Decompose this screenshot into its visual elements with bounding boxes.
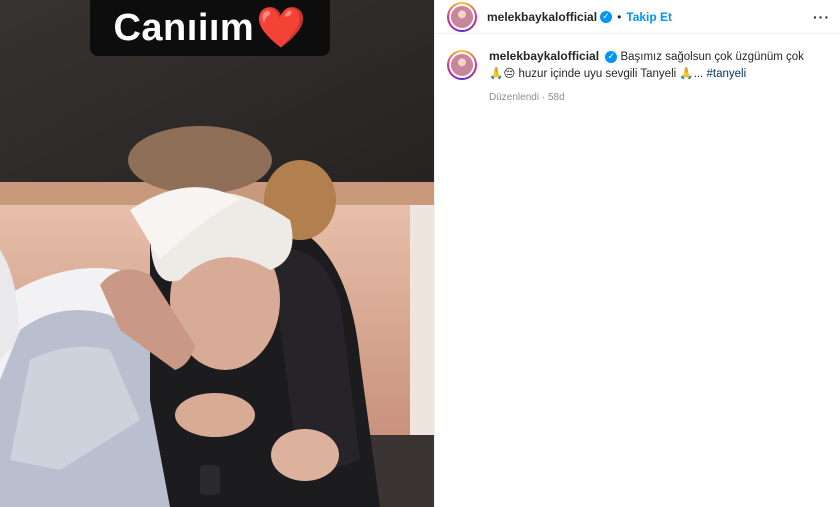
caption-meta: Düzenlendi · 58d — [489, 89, 819, 106]
caption-username[interactable]: melekbaykalofficial — [489, 49, 599, 63]
story-caption-text: Canıiım — [113, 6, 255, 49]
caption-body: melekbaykalofficial ✓ Başımız sağolsun ç… — [489, 48, 819, 106]
heart-emoji-icon: ❤️ — [256, 6, 307, 50]
profile-avatar[interactable] — [447, 1, 477, 32]
more-options-icon[interactable]: ··· — [813, 9, 830, 25]
post-caption-comment: melekbaykalofficial ✓ Başımız sağolsun ç… — [435, 34, 840, 106]
header-separator: • — [617, 9, 622, 24]
edited-label: Düzenlendi — [489, 92, 540, 103]
story-text-overlay: Canıiım ❤️ — [90, 0, 330, 56]
post-header: melekbaykalofficial ✓ • Takip Et ··· — [435, 0, 840, 34]
post-photo[interactable]: Canıiım ❤️ — [0, 0, 434, 507]
meta-separator: · — [541, 92, 546, 103]
caption-avatar[interactable] — [447, 50, 477, 80]
post-details-panel: melekbaykalofficial ✓ • Takip Et ··· mel… — [434, 0, 840, 507]
hashtag-link[interactable]: #tanyeli — [707, 68, 747, 80]
verified-badge-icon: ✓ — [605, 50, 618, 63]
verified-badge-icon: ✓ — [600, 10, 613, 23]
photo-illustration — [0, 0, 434, 507]
instagram-post: Canıiım ❤️ melekbaykalofficial ✓ • Takip… — [0, 0, 840, 507]
header-username[interactable]: melekbaykalofficial — [487, 10, 597, 24]
post-age[interactable]: 58d — [548, 92, 565, 103]
follow-button[interactable]: Takip Et — [626, 10, 672, 24]
